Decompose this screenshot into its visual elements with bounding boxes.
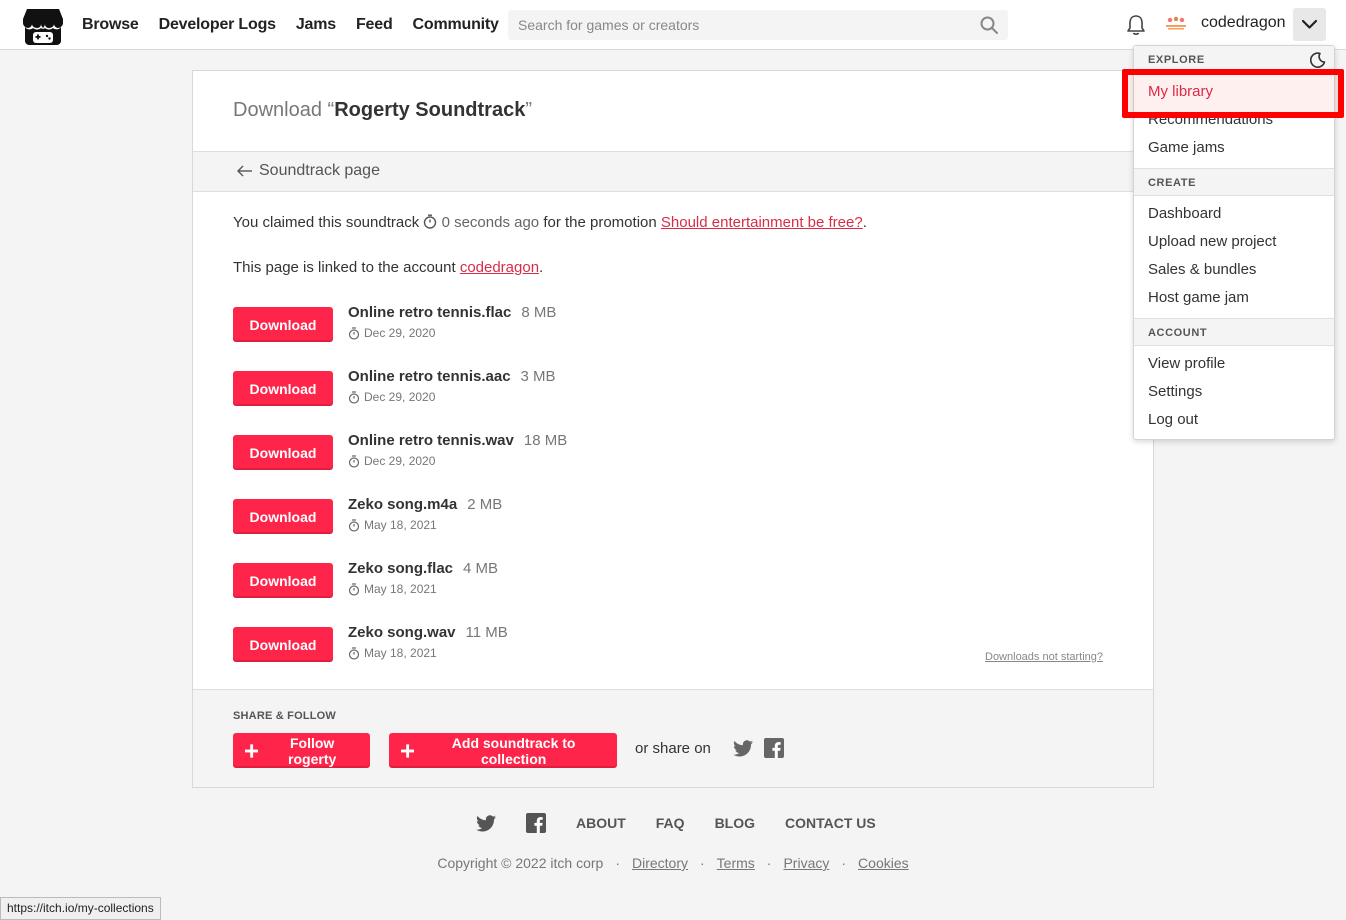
nav-feed[interactable]: Feed [356,16,393,34]
twitter-icon[interactable] [733,740,753,757]
file-date: Dec 29, 2020 [348,390,435,404]
file-name: Online retro tennis.wav 18 MB [348,432,568,449]
list-item: Download Online retro tennis.wav 18 MB De… [233,432,1113,499]
itch-logo-icon[interactable] [23,7,63,45]
plus-icon [245,743,259,758]
search-box [508,10,1008,40]
menu-upload-new-project[interactable]: Upload new project [1148,233,1276,250]
download-button[interactable]: Download [233,563,333,598]
file-size: 2 MB [467,496,503,513]
copyright-line: Copyright © 2022 itch corp · Directory · Ter… [437,855,909,871]
footer-cookies[interactable]: Cookies [858,855,909,871]
promotion-link[interactable]: Should entertainment be free? [661,214,863,231]
linked-account-info: This page is linked to the account coded… [233,259,544,276]
twitter-icon[interactable] [476,814,496,832]
footer-privacy[interactable]: Privacy [783,855,829,871]
site-header: Browse Developer Logs Jams Feed Communit… [0,0,1346,50]
share-on-label: or share on [635,740,711,757]
stopwatch-icon [348,518,360,532]
highlight-box [1122,69,1344,118]
file-name: Online retro tennis.aac 3 MB [348,368,556,385]
footer-about[interactable]: ABOUT [576,815,626,831]
nav-browse[interactable]: Browse [82,16,139,34]
download-card: Download “Rogerty Soundtrack” Soundtrack… [192,70,1154,788]
stopwatch-icon [348,582,360,596]
search-icon[interactable] [980,16,998,34]
footer-faq[interactable]: FAQ [656,815,685,831]
menu-game-jams[interactable]: Game jams [1148,139,1225,156]
status-bar-url: https://itch.io/my-collections [0,897,161,920]
file-size: 8 MB [521,304,557,321]
file-date: Dec 29, 2020 [348,326,435,340]
footer-blog[interactable]: BLOG [715,815,755,831]
stopwatch-icon [348,326,360,340]
menu-host-game-jam[interactable]: Host game jam [1148,289,1249,306]
footer-directory[interactable]: Directory [632,855,688,871]
stopwatch-icon [348,454,360,468]
file-name: Zeko song.wav 11 MB [348,624,508,641]
share-title: SHARE & FOLLOW [233,710,337,722]
footer-links: ABOUT FAQ BLOG CONTACT US [476,811,876,835]
footer-contact[interactable]: CONTACT US [785,815,876,831]
download-button[interactable]: Download [233,499,333,534]
share-follow-section: SHARE & FOLLOW Follow rogerty Add soundt… [193,689,1153,787]
plus-icon [401,743,415,758]
file-size: 11 MB [465,624,508,641]
main-nav: Browse Developer Logs Jams Feed Communit… [82,0,499,50]
moon-icon[interactable] [1310,52,1326,68]
download-button[interactable]: Download [233,307,333,342]
list-item: Download Zeko song.flac 4 MB May 18, 2021 [233,560,1113,627]
menu-view-profile[interactable]: View profile [1148,355,1225,372]
soundtrack-name: Rogerty Soundtrack [334,99,526,121]
list-item: Download Online retro tennis.flac 8 MB De… [233,304,1113,371]
footer-terms[interactable]: Terms [717,855,755,871]
claim-info: You claimed this soundtrack 0 seconds ag… [233,214,867,231]
username[interactable]: codedragon [1201,14,1286,32]
list-item: Download Online retro tennis.aac 3 MB Dec… [233,368,1113,435]
user-menu-button[interactable] [1293,8,1326,41]
nav-jams[interactable]: Jams [296,16,336,34]
download-button[interactable]: Download [233,627,333,662]
file-date: May 18, 2021 [348,518,437,532]
file-size: 3 MB [520,368,556,385]
list-item: Download Zeko song.m4a 2 MB May 18, 2021 [233,496,1113,563]
file-size: 18 MB [523,432,568,449]
downloads-not-starting-link[interactable]: Downloads not starting? [985,651,1103,663]
download-button[interactable]: Download [233,371,333,406]
download-list: Download Online retro tennis.flac 8 MB De… [233,304,1113,691]
menu-settings[interactable]: Settings [1148,383,1202,400]
facebook-icon[interactable] [764,738,784,758]
account-link[interactable]: codedragon [460,259,539,276]
arrow-left-icon [237,165,252,177]
file-date: May 18, 2021 [348,646,437,660]
file-size: 4 MB [463,560,499,577]
add-to-collection-button[interactable]: Add soundtrack to collection [389,733,617,768]
chevron-down-icon [1301,19,1318,29]
file-name: Zeko song.m4a 2 MB [348,496,503,513]
nav-developer-logs[interactable]: Developer Logs [159,16,276,34]
file-date: May 18, 2021 [348,582,437,596]
stopwatch-icon [424,214,437,229]
file-name: Zeko song.flac 4 MB [348,560,499,577]
stopwatch-icon [348,390,360,404]
nav-community[interactable]: Community [413,16,499,34]
menu-sales-bundles[interactable]: Sales & bundles [1148,261,1256,278]
facebook-icon[interactable] [526,813,546,833]
dropdown-section-account: ACCOUNT [1134,318,1334,346]
soundtrack-page-link[interactable]: Soundtrack page [237,162,380,180]
search-input[interactable] [508,10,1008,40]
back-bar: Soundtrack page [193,151,1153,192]
download-button[interactable]: Download [233,435,333,470]
bell-icon[interactable] [1126,14,1146,36]
menu-dashboard[interactable]: Dashboard [1148,205,1221,222]
list-item: Download Zeko song.wav 11 MB May 18, 2021 [233,624,1113,691]
follow-button[interactable]: Follow rogerty [233,733,370,768]
dropdown-section-create: CREATE [1134,168,1334,196]
avatar[interactable] [1163,14,1189,34]
menu-log-out[interactable]: Log out [1148,411,1198,428]
file-date: Dec 29, 2020 [348,454,435,468]
stopwatch-icon [348,646,360,660]
page-title: Download “Rogerty Soundtrack” [233,99,533,121]
file-name: Online retro tennis.flac 8 MB [348,304,557,321]
